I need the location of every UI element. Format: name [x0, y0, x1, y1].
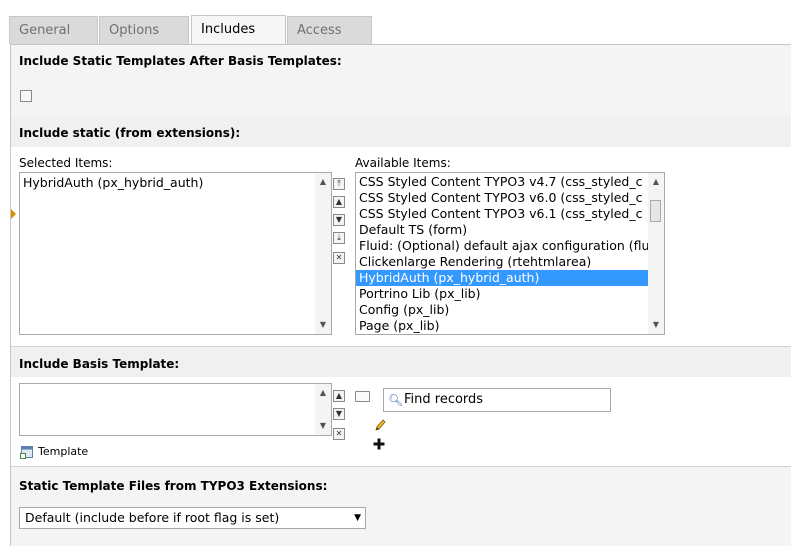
search-icon: 🔍︎ — [388, 393, 404, 407]
tab-includes[interactable]: Includes — [191, 15, 286, 45]
tab-includes-label: Includes — [201, 22, 256, 37]
available-items-label: Available Items: — [355, 156, 451, 170]
remove-button[interactable]: ✕ — [333, 428, 345, 440]
list-item-selected[interactable]: HybridAuth (px_hybrid_auth) — [356, 270, 648, 286]
available-items-list[interactable]: CSS Styled Content TYPO3 v4.7 (css_style… — [355, 172, 665, 335]
scroll-down-icon[interactable]: ▼ — [315, 318, 331, 332]
move-down-button[interactable]: ▼ — [333, 214, 345, 226]
section-title: Static Template Files from TYPO3 Extensi… — [19, 479, 328, 493]
list-item[interactable]: Portrino Lib (px_lib) — [356, 286, 664, 302]
move-bottom-button[interactable]: ⤓ — [333, 232, 345, 244]
list-item[interactable]: CSS Styled Content TYPO3 v6.1 (css_style… — [356, 206, 664, 222]
section-title: Include static (from extensions): — [19, 126, 241, 140]
section-title: Include Basis Template: — [19, 357, 180, 371]
scroll-down-icon[interactable]: ▼ — [648, 318, 664, 332]
template-link[interactable]: Template — [38, 445, 88, 458]
section-static-after-basis: Include Static Templates After Basis Tem… — [11, 45, 791, 117]
selected-items-list[interactable]: HybridAuth (px_hybrid_auth) ▲ ▼ — [19, 172, 332, 335]
static-after-basis-checkbox[interactable] — [20, 90, 32, 102]
move-up-button[interactable]: ▲ — [333, 196, 345, 208]
list-item[interactable]: Clickenlarge Rendering (rtehtmlarea) — [356, 254, 664, 270]
select-value: Default (include before if root flag is … — [25, 510, 280, 525]
basis-list-scrollbar[interactable]: ▲ ▼ — [315, 384, 331, 435]
tab-access[interactable]: Access — [287, 16, 372, 44]
scroll-down-icon[interactable]: ▼ — [315, 419, 331, 433]
tab-bar: General Options Includes Access — [0, 0, 791, 45]
scroll-up-icon[interactable]: ▲ — [315, 386, 331, 400]
pencil-icon[interactable] — [374, 418, 386, 432]
tab-general[interactable]: General — [9, 16, 98, 44]
move-top-button[interactable]: ⤒ — [333, 178, 345, 190]
section-title: Include Static Templates After Basis Tem… — [19, 54, 342, 68]
list-item[interactable]: CSS Styled Content TYPO3 v6.0 (css_style… — [356, 190, 664, 206]
remove-button[interactable]: ✕ — [333, 252, 345, 264]
required-marker-icon — [11, 209, 16, 219]
tab-access-label: Access — [297, 23, 342, 38]
template-icon — [20, 445, 34, 459]
available-list-scrollbar[interactable]: ▲ ▼ — [648, 173, 664, 334]
move-up-button[interactable]: ▲ — [333, 390, 345, 402]
list-item[interactable]: Default TS (form) — [356, 222, 664, 238]
tab-options[interactable]: Options — [99, 16, 189, 44]
scroll-up-icon[interactable]: ▲ — [315, 175, 331, 189]
list-item[interactable]: Page (px_lib) — [356, 318, 664, 334]
static-files-select[interactable]: Default (include before if root flag is … — [19, 507, 366, 529]
list-item[interactable]: Fluid: (Optional) default ajax configura… — [356, 238, 664, 254]
section-include-basis: Include Basis Template: ▲ ▼ ▲ ▼ ✕ 🔍︎ Fin… — [11, 347, 791, 467]
find-records-field[interactable]: 🔍︎ Find records — [383, 388, 611, 412]
scroll-up-icon[interactable]: ▲ — [648, 175, 664, 189]
find-records-placeholder: Find records — [404, 392, 484, 407]
selected-list-scrollbar[interactable]: ▲ ▼ — [315, 173, 331, 334]
section-static-files: Static Template Files from TYPO3 Extensi… — [11, 467, 791, 546]
basis-template-list[interactable]: ▲ ▼ — [19, 383, 332, 436]
tab-options-label: Options — [109, 23, 160, 38]
list-item[interactable]: CSS Styled Content TYPO3 v4.7 (css_style… — [356, 174, 664, 190]
section-include-static: Include static (from extensions): Select… — [11, 117, 791, 347]
list-item[interactable]: HybridAuth (px_hybrid_auth) — [20, 175, 331, 191]
add-icon[interactable] — [373, 438, 385, 450]
list-item[interactable]: Config (px_lib) — [356, 302, 664, 318]
selected-items-label: Selected Items: — [19, 156, 113, 170]
folder-icon[interactable] — [355, 391, 370, 402]
scrollbar-thumb[interactable] — [650, 200, 661, 222]
tab-general-label: General — [19, 23, 71, 38]
chevron-down-icon: ▼ — [354, 513, 361, 523]
move-down-button[interactable]: ▼ — [333, 408, 345, 420]
